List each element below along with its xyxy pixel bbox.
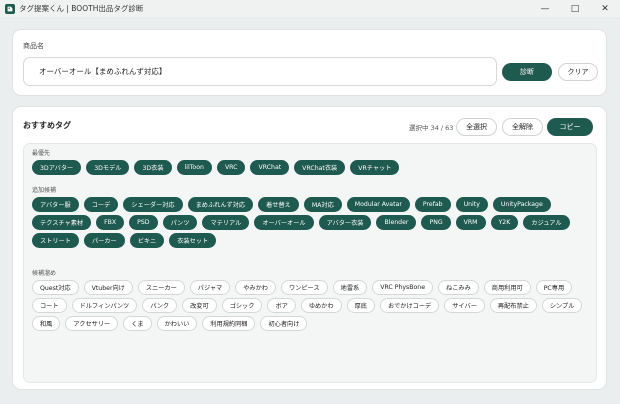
tag-chip-selected[interactable]: PNG — [421, 215, 451, 230]
tag-chip[interactable]: 利用規約同梱 — [202, 316, 256, 331]
tag-chip-selected[interactable]: アバター衣装 — [318, 215, 372, 230]
app-logo-icon — [5, 3, 15, 14]
tag-chip[interactable]: パンク — [142, 298, 178, 313]
tag-chip[interactable]: サイバー — [444, 298, 485, 313]
tag-chip[interactable]: 和風 — [32, 316, 61, 331]
tag-chip[interactable]: ねこみみ — [438, 280, 479, 295]
tag-chip-selected[interactable]: アバター服 — [32, 197, 79, 212]
tag-chip-selected[interactable]: ビキニ — [129, 233, 165, 248]
tag-chip[interactable]: スニーカー — [137, 280, 185, 295]
section-label: 追加候補 — [32, 187, 57, 194]
tag-chip[interactable]: 初心者向け — [260, 316, 308, 331]
tag-chip-selected[interactable]: VRChat — [250, 160, 290, 175]
tag-chip-selected[interactable]: FBX — [96, 215, 125, 230]
tag-chip-selected[interactable]: ストリート — [32, 233, 79, 248]
tag-chip-selected[interactable]: パーカー — [83, 233, 125, 248]
tag-chip[interactable]: ゴシック — [221, 298, 263, 313]
chip-list: Quest対応 Vtuber向け スニーカー パジャマ やみかわ ワンピース 地雷系 VRC … — [32, 280, 592, 331]
tag-chip-selected[interactable]: シェーダー対応 — [123, 197, 183, 212]
tag-chip[interactable]: ボア — [267, 298, 296, 313]
tag-chip[interactable]: 再配布禁止 — [489, 298, 537, 313]
chip-list: 3Dアバター 3Dモデル 3D衣装 lilToon VRC VRChat VRChat衣装 V… — [32, 160, 592, 175]
selection-count: 選択中 34 / 63 — [409, 124, 454, 132]
tag-chip-selected[interactable]: Prefab — [414, 197, 451, 212]
window-title: タグ提案くん | BOOTH出品タグ診断 — [19, 4, 144, 13]
maximize-button[interactable]: □ — [560, 0, 590, 17]
tag-chip[interactable]: ドルフィンパンツ — [71, 298, 138, 313]
select-all-button[interactable]: 全選択 — [456, 118, 497, 136]
product-name-input[interactable]: オーバーオール【まめふれんず対応】 — [23, 57, 497, 86]
tag-chip-selected[interactable]: 3D衣装 — [134, 160, 172, 175]
tag-chip-selected[interactable]: まめふれんず対応 — [187, 197, 254, 212]
section-additional: 追加候補 アバター服 コーデ シェーダー対応 まめふれんず対応 着せ替え MA対応 Modu… — [32, 185, 592, 248]
tag-chip-selected[interactable]: PSD — [129, 215, 158, 230]
tag-chip-selected[interactable]: オーバーオール — [254, 215, 314, 230]
tag-chip-selected[interactable]: Blender — [376, 215, 417, 230]
tag-chip-selected[interactable]: 着せ替え — [258, 197, 299, 212]
tag-chip[interactable]: ワンピース — [281, 280, 328, 295]
tag-chip[interactable]: かわいい — [156, 316, 198, 331]
tag-chip[interactable]: 商用利用可 — [483, 280, 531, 295]
tag-chip[interactable]: VRC PhysBone — [372, 280, 434, 295]
clear-button[interactable]: クリア — [558, 63, 598, 81]
tag-chip-selected[interactable]: パンツ — [162, 215, 198, 230]
tag-chip-selected[interactable]: VRM — [455, 215, 486, 230]
product-card: 商品名 オーバーオール【まめふれんず対応】 診断 クリア — [12, 29, 607, 96]
section-priority: 最優先 3Dアバター 3Dモデル 3D衣装 lilToon VRC VRChat VRCha… — [32, 148, 592, 175]
minimize-button[interactable]: — — [530, 0, 560, 17]
tag-chip[interactable]: 厚底 — [346, 298, 375, 313]
tags-title: おすすめタグ — [23, 121, 71, 130]
tag-chip-selected[interactable]: マテリアル — [202, 215, 250, 230]
tag-chip-selected[interactable]: テクスチャ素材 — [32, 215, 92, 230]
tag-chip[interactable]: PC専用 — [535, 280, 573, 295]
tag-chip[interactable]: Vtuber向け — [83, 280, 133, 295]
deselect-all-button[interactable]: 全解除 — [502, 118, 543, 136]
tag-chip-selected[interactable]: 3Dアバター — [32, 160, 82, 175]
chip-list: アバター服 コーデ シェーダー対応 まめふれんず対応 着せ替え MA対応 Modular A… — [32, 197, 592, 248]
tag-chip-selected[interactable]: 衣装セット — [169, 233, 217, 248]
tag-chip-selected[interactable]: VRチャット — [350, 160, 400, 175]
tag-chip[interactable]: シンプル — [541, 298, 583, 313]
tag-chip-selected[interactable]: カジュアル — [523, 215, 570, 230]
tag-chip[interactable]: 改変可 — [182, 298, 217, 313]
section-pool: 候補溜め Quest対応 Vtuber向け スニーカー パジャマ やみかわ ワンピース 地雷… — [32, 268, 592, 331]
tag-chip-selected[interactable]: UnityPackage — [492, 197, 551, 212]
section-label: 最優先 — [32, 150, 51, 157]
tag-chip-selected[interactable]: コーデ — [83, 197, 119, 212]
tag-chip[interactable]: やみかわ — [235, 280, 276, 295]
tag-chip[interactable]: パジャマ — [189, 280, 231, 295]
tag-chip[interactable]: くま — [123, 316, 152, 331]
copy-button[interactable]: コピー — [547, 118, 593, 136]
title-bar: タグ提案くん | BOOTH出品タグ診断 — □ ✕ — [0, 0, 620, 17]
tag-chip-selected[interactable]: Modular Avatar — [346, 197, 410, 212]
tag-panel: 最優先 3Dアバター 3Dモデル 3D衣装 lilToon VRC VRChat VRCha… — [23, 143, 597, 383]
window-controls: — □ ✕ — [530, 0, 620, 17]
tags-card: おすすめタグ 選択中 34 / 63 全選択 全解除 コピー 最優先 3Dアバタ… — [12, 106, 607, 390]
tag-chip-selected[interactable]: VRChat衣装 — [294, 160, 346, 175]
tag-chip-selected[interactable]: MA対応 — [303, 197, 342, 212]
tag-chip[interactable]: 地雷系 — [332, 280, 368, 295]
close-button[interactable]: ✕ — [590, 0, 620, 17]
tag-chip-selected[interactable]: VRC — [216, 160, 246, 175]
tag-chip[interactable]: Quest対応 — [32, 280, 79, 295]
diagnose-button[interactable]: 診断 — [502, 63, 552, 81]
tag-chip-selected[interactable]: 3Dモデル — [86, 160, 130, 175]
section-label: 候補溜め — [32, 270, 57, 277]
tag-chip[interactable]: コート — [32, 298, 67, 313]
tag-chip-selected[interactable]: lilToon — [176, 160, 212, 175]
tag-chip[interactable]: おでかけコーデ — [379, 298, 440, 313]
tag-chip[interactable]: アクセサリー — [65, 316, 119, 331]
tag-chip[interactable]: ゆめかわ — [300, 298, 342, 313]
tag-chip-selected[interactable]: Y2K — [490, 215, 519, 230]
product-label: 商品名 — [23, 42, 44, 50]
tag-chip-selected[interactable]: Unity — [455, 197, 488, 212]
